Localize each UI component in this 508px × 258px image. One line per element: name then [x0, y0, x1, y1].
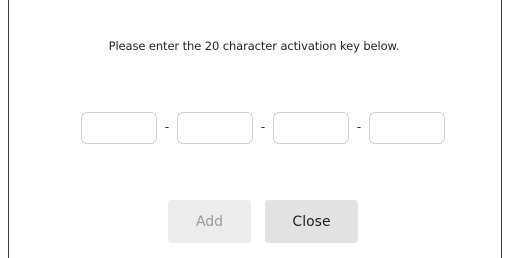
activation-key-field-2[interactable] [177, 112, 253, 144]
key-separator-2: - [260, 120, 266, 134]
activation-key-dialog: Please enter the 20 character activation… [0, 0, 508, 258]
instructions-text: Please enter the 20 character activation… [108, 39, 400, 53]
activation-key-field-3[interactable] [273, 112, 349, 144]
add-button[interactable]: Add [168, 200, 251, 243]
key-separator-3: - [356, 120, 362, 134]
key-separator-1: - [164, 120, 170, 134]
activation-key-field-4[interactable] [369, 112, 445, 144]
close-button[interactable]: Close [265, 200, 358, 243]
activation-key-field-1[interactable] [81, 112, 157, 144]
